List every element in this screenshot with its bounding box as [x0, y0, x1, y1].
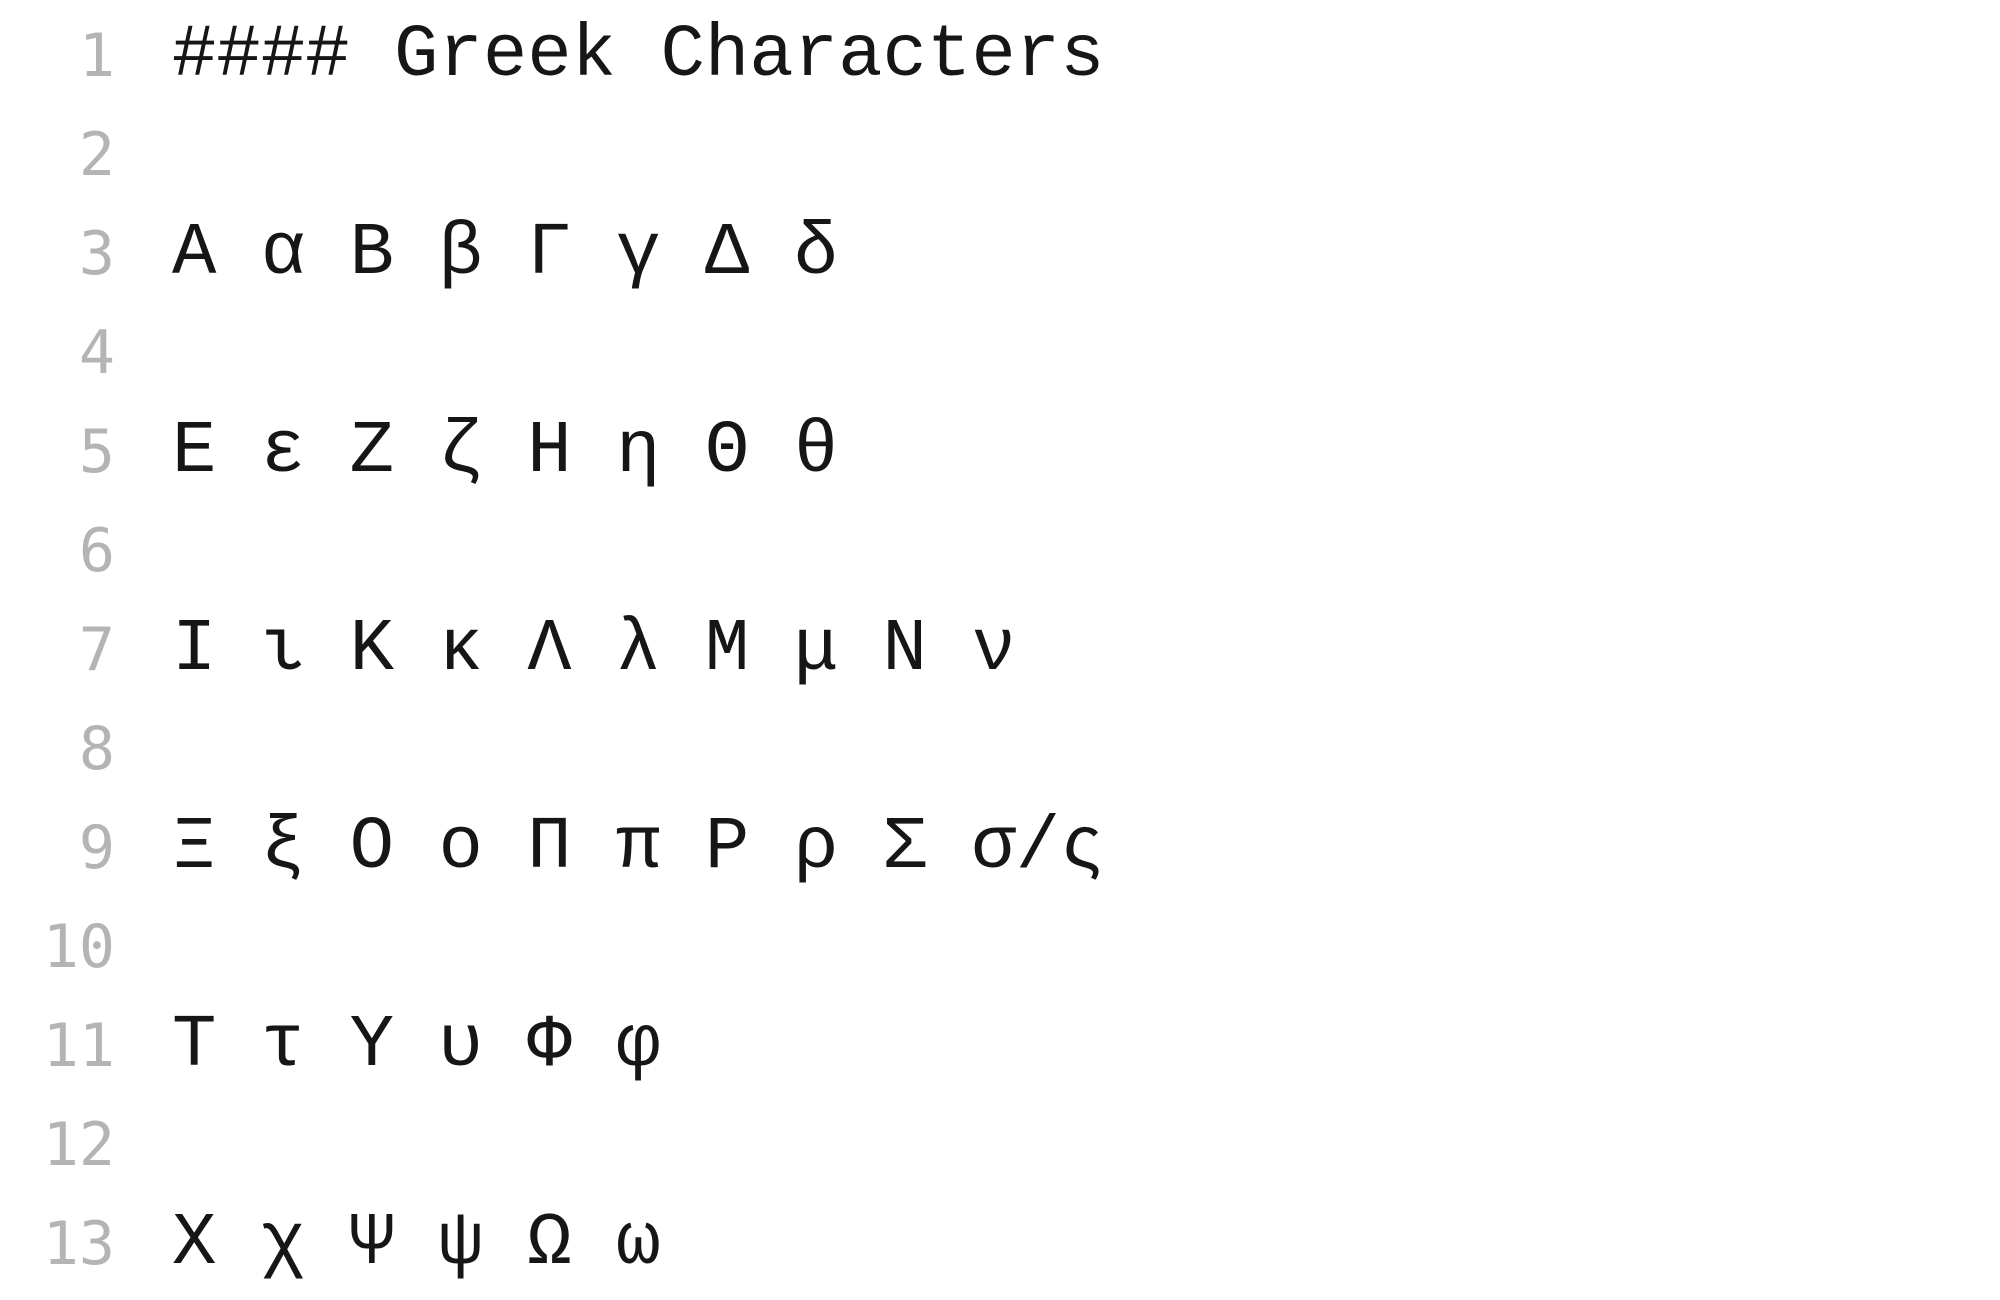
- line-number: 2: [78, 120, 115, 190]
- line-number: 11: [42, 1011, 115, 1081]
- line-number: 9: [78, 813, 115, 883]
- editor-line[interactable]: 7 Ι ι Κ κ Λ λ Μ μ Ν ν: [0, 601, 2000, 700]
- line-number: 7: [78, 615, 115, 685]
- editor-line[interactable]: 8: [0, 700, 2000, 799]
- editor-line[interactable]: 5 Ε ε Ζ ζ Η η Θ θ: [0, 403, 2000, 502]
- line-number: 10: [42, 912, 115, 982]
- editor-line[interactable]: 4: [0, 304, 2000, 403]
- editor-line[interactable]: 3 Α α Β β Γ γ Δ δ: [0, 205, 2000, 304]
- editor-line[interactable]: 11 Τ τ Υ υ Φ φ: [0, 997, 2000, 1096]
- editor-line[interactable]: 6: [0, 502, 2000, 601]
- line-content[interactable]: Ι ι Κ κ Λ λ Μ μ Ν ν: [172, 601, 1016, 700]
- line-content[interactable]: #### Greek Characters: [172, 7, 1105, 106]
- editor-line[interactable]: 12: [0, 1096, 2000, 1195]
- line-content[interactable]: Ξ ξ Ο ο Π π Ρ ρ Σ σ/ς: [172, 799, 1105, 898]
- line-content[interactable]: Ε ε Ζ ζ Η η Θ θ: [172, 403, 838, 502]
- line-number: 4: [78, 318, 115, 388]
- text-editor[interactable]: 1 #### Greek Characters 2 3 Α α Β β Γ γ …: [0, 0, 2000, 1300]
- line-number: 3: [78, 219, 115, 289]
- editor-line[interactable]: 10: [0, 898, 2000, 997]
- line-number: 1: [78, 21, 115, 91]
- line-number: 13: [42, 1209, 115, 1279]
- line-number: 6: [78, 516, 115, 586]
- editor-line[interactable]: 9 Ξ ξ Ο ο Π π Ρ ρ Σ σ/ς: [0, 799, 2000, 898]
- line-number: 8: [78, 714, 115, 784]
- line-content[interactable]: Α α Β β Γ γ Δ δ: [172, 205, 838, 304]
- line-content[interactable]: Τ τ Υ υ Φ φ: [172, 997, 660, 1096]
- line-number: 5: [78, 417, 115, 487]
- line-number: 12: [42, 1110, 115, 1180]
- editor-line[interactable]: 2: [0, 106, 2000, 205]
- line-content[interactable]: Χ χ Ψ ψ Ω ω: [172, 1195, 660, 1294]
- editor-line[interactable]: 13 Χ χ Ψ ψ Ω ω: [0, 1195, 2000, 1294]
- editor-line[interactable]: 1 #### Greek Characters: [0, 7, 2000, 106]
